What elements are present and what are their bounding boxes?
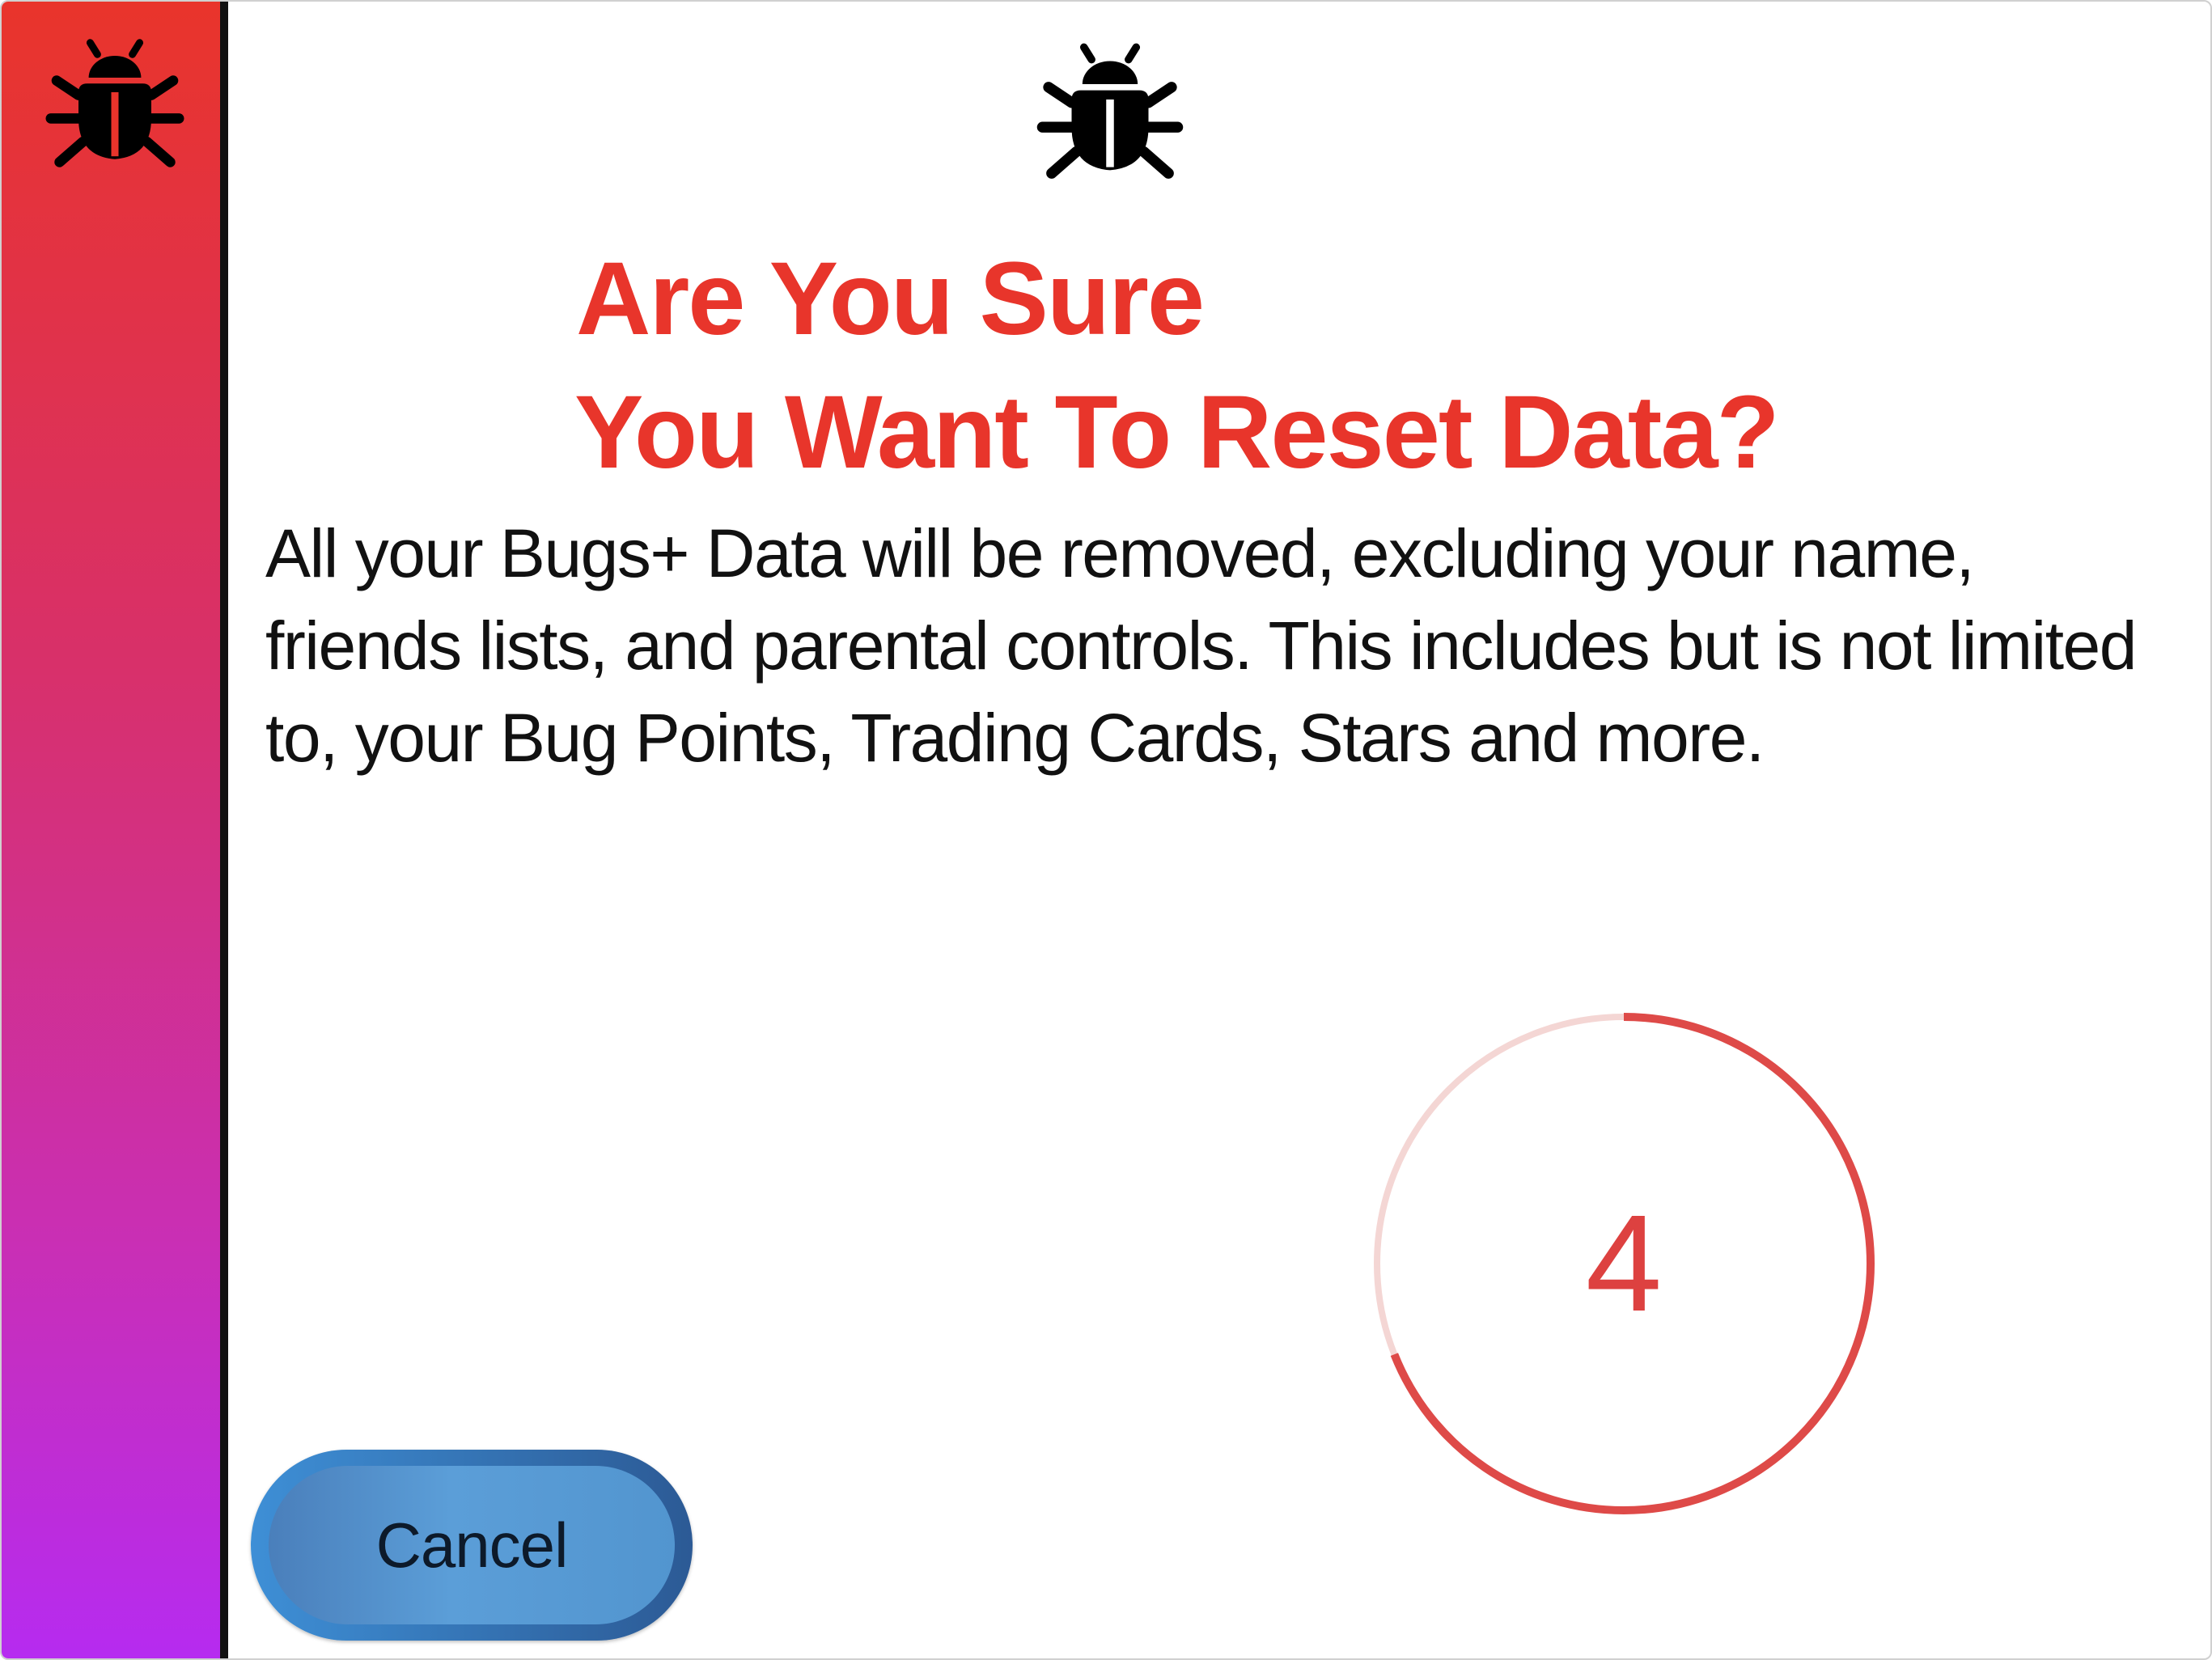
cancel-button[interactable]: Cancel (251, 1450, 693, 1641)
bug-icon (1036, 43, 1184, 179)
cancel-button-label: Cancel (375, 1509, 569, 1581)
title-line-1: Are You Sure (576, 241, 1205, 357)
countdown-timer: 4 (1373, 1013, 1875, 1514)
sidebar-divider (220, 2, 228, 1658)
cancel-button-face: Cancel (269, 1466, 675, 1624)
reset-data-screen: Are You Sure You Want To Reset Data? All… (0, 0, 2212, 1660)
bug-icon (45, 39, 184, 167)
countdown-value: 4 (1586, 1187, 1663, 1340)
title-line-2: You Want To Reset Data? (574, 375, 1780, 490)
dialog-title: Are You Sure You Want To Reset Data? (574, 232, 1780, 499)
reset-warning-message: All your Bugs+ Data will be removed, exc… (265, 515, 2137, 776)
sidebar (2, 2, 220, 1658)
